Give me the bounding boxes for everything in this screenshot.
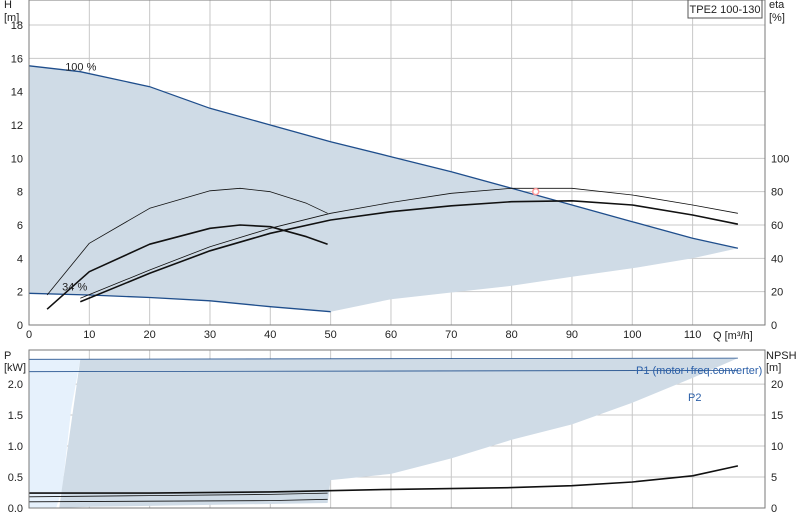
model-label-text: TPE2 100-130 xyxy=(690,4,761,16)
left-tick-label: 1.5 xyxy=(8,410,23,422)
speed-annotation: 34 % xyxy=(62,281,87,293)
x-tick-label: 10 xyxy=(83,329,95,341)
right-tick-label: 60 xyxy=(771,220,783,232)
left-tick-label: 2.0 xyxy=(8,379,23,391)
right-tick-label: 0 xyxy=(771,503,777,515)
x-tick-label: 110 xyxy=(684,329,702,341)
left-tick-label: 2 xyxy=(17,287,23,299)
bottom-right-axis-title-line1: NPSH xyxy=(766,350,797,362)
left-tick-label: 10 xyxy=(11,153,23,165)
x-tick-label: 40 xyxy=(264,329,276,341)
right-tick-label: 5 xyxy=(771,472,777,484)
x-tick-label: 80 xyxy=(505,329,517,341)
model-label: TPE2 100-130 xyxy=(687,0,763,19)
x-tick-label: 90 xyxy=(566,329,578,341)
left-tick-label: 16 xyxy=(11,53,23,65)
left-tick-label: 0 xyxy=(17,320,23,332)
x-tick-label: 70 xyxy=(445,329,457,341)
x-tick-label: 0 xyxy=(26,329,32,341)
p2-label: P2 xyxy=(688,392,701,404)
x-tick-label: 30 xyxy=(204,329,216,341)
right-tick-label: 100 xyxy=(771,153,789,165)
top-right-axis-title-line1: eta xyxy=(769,0,785,11)
x-tick-label: 20 xyxy=(144,329,156,341)
speed-annotation: 100 % xyxy=(65,61,96,73)
left-tick-label: 14 xyxy=(11,87,23,99)
right-tick-label: 15 xyxy=(771,410,783,422)
pump-curve-chart: 0246810121416180204060801000 10 20 30 40 50 60… xyxy=(4,0,797,515)
top-left-axis-title-line2: [m] xyxy=(4,12,19,24)
x-tick-label: 60 xyxy=(385,329,397,341)
bottom-right-axis-title-line2: [m] xyxy=(766,362,781,374)
left-tick-label: 0.5 xyxy=(8,472,23,484)
p1-label: P1 (motor+freq.converter) xyxy=(636,365,762,377)
right-tick-label: 80 xyxy=(771,187,783,199)
right-tick-label: 20 xyxy=(771,287,783,299)
pump-curve-figure: 0 2 4 6 8 10 12 14 16 18 0 20 40 60 80 100 0 10 20 30 40 50 60… xyxy=(0,0,800,520)
x-tick-label: 100 xyxy=(623,329,641,341)
top-right-axis-title-line2: [%] xyxy=(769,12,785,24)
right-tick-label: 40 xyxy=(771,253,783,265)
x-axis-title: Q [m³/h] xyxy=(713,330,753,342)
left-tick-label: 12 xyxy=(11,120,23,132)
right-tick-label: 0 xyxy=(771,320,777,332)
right-tick-label: 10 xyxy=(771,441,783,453)
left-tick-label: 1.0 xyxy=(8,441,23,453)
left-tick-label: 4 xyxy=(17,253,23,265)
right-tick-label: 20 xyxy=(771,379,783,391)
x-tick-label: 50 xyxy=(325,329,337,341)
operating-point-marker xyxy=(532,187,540,196)
bottom-left-axis-title-line2: [kW] xyxy=(4,362,26,374)
left-tick-label: 6 xyxy=(17,220,23,232)
bottom-left-axis-title-line1: P xyxy=(4,350,11,362)
top-left-axis-title-line1: H xyxy=(4,0,12,11)
head-efficiency-panel: 0246810121416180204060801000 10 20 30 40 50 60… xyxy=(11,0,789,341)
left-tick-label: 0.0 xyxy=(8,503,23,515)
left-tick-label: 8 xyxy=(17,187,23,199)
